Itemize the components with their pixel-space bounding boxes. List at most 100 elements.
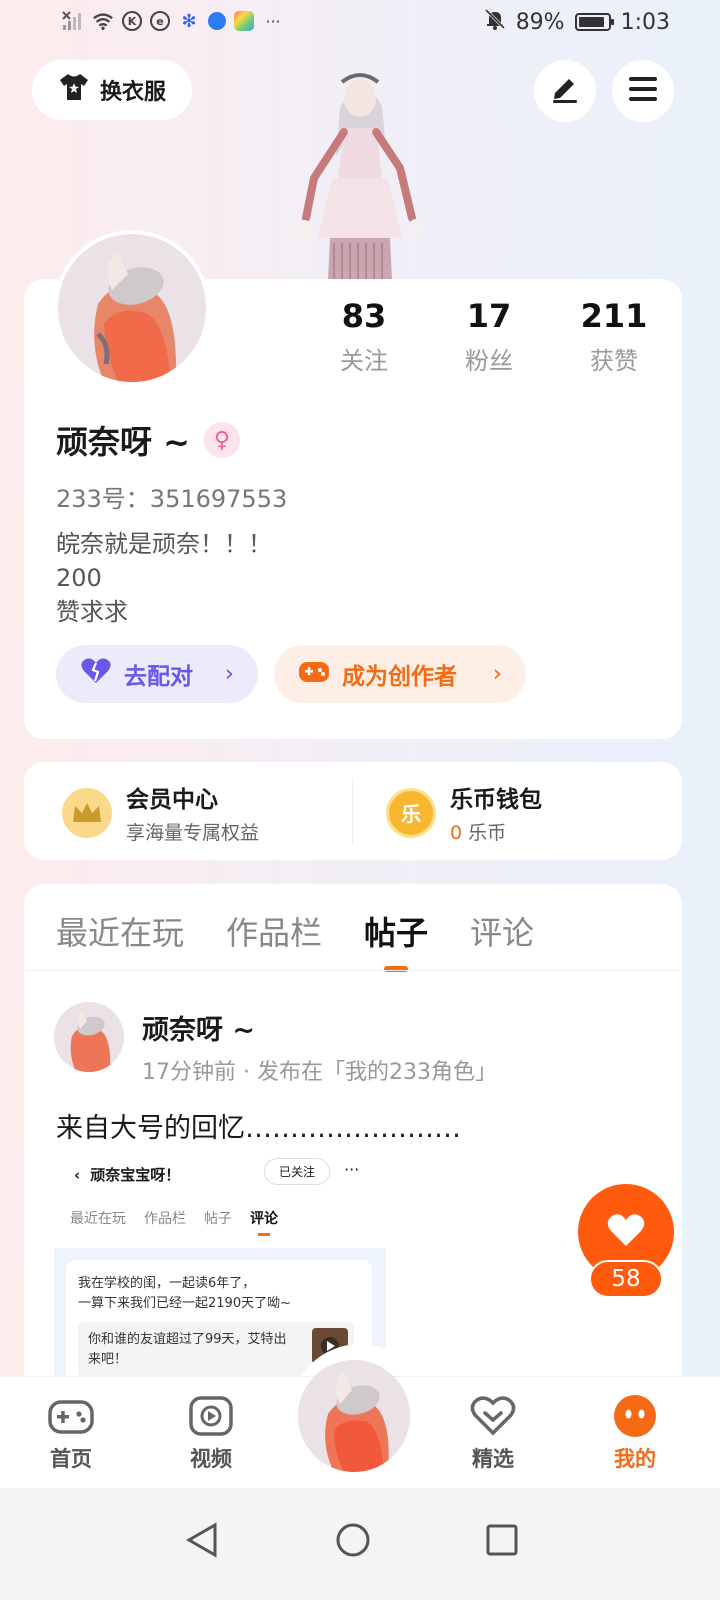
- stat-followers[interactable]: 17 粉丝: [439, 297, 539, 376]
- nav-label: 精选: [472, 1447, 514, 1471]
- member-wallet-card: 会员中心 享海量专属权益 乐 乐币钱包 0 乐币: [24, 762, 682, 860]
- gamepad-icon: [46, 1393, 96, 1439]
- character-figure[interactable]: [290, 68, 430, 280]
- profile-tabs: 最近在玩 作品栏 帖子 评论: [56, 908, 534, 972]
- vip-title: 会员中心: [126, 787, 218, 813]
- stat-value: 211: [580, 297, 648, 335]
- vip-center[interactable]: 会员中心 享海量专属权益: [62, 780, 259, 845]
- coin-icon: 乐: [386, 787, 436, 838]
- female-gender-icon: ♀: [203, 422, 240, 458]
- nav-home[interactable]: 首页: [26, 1393, 116, 1473]
- circle-app-icon: [208, 12, 226, 30]
- browser-app-icon: e: [150, 11, 170, 31]
- user-id[interactable]: 233号：351697553: [56, 479, 287, 514]
- menu-button[interactable]: [612, 60, 674, 122]
- tab-posts[interactable]: 帖子: [364, 908, 428, 972]
- post-author-avatar[interactable]: [54, 1002, 124, 1072]
- back-arrow-icon: ‹: [74, 1165, 81, 1184]
- nav-label: 首页: [50, 1447, 92, 1471]
- battery-level-fill: [578, 17, 604, 27]
- embed-comment-line: 一算下来我们已经一起2190天了呦~: [78, 1296, 291, 1311]
- tab-recently-played[interactable]: 最近在玩: [56, 908, 184, 954]
- battery-icon: [574, 13, 614, 31]
- become-creator-button[interactable]: 成为创作者 ›: [274, 645, 526, 703]
- post-text[interactable]: 来自大号的回忆……………………: [56, 1106, 461, 1145]
- gamepad-plus-icon: [298, 658, 330, 690]
- system-home-button[interactable]: [323, 1512, 383, 1572]
- k-app-icon: K: [122, 11, 142, 31]
- embed-tab: 最近在玩: [70, 1211, 126, 1227]
- embed-title: 顽奈宝宝呀！: [90, 1166, 181, 1184]
- embed-follow-badge: 已关注: [264, 1158, 331, 1185]
- divider: [352, 778, 353, 844]
- divider: [24, 970, 682, 971]
- wallet-title: 乐币钱包: [450, 787, 542, 813]
- edit-profile-button[interactable]: [534, 60, 596, 122]
- bio: 皖奈就是顽奈！！！ 200 赞求求: [56, 527, 272, 629]
- coin-wallet[interactable]: 乐 乐币钱包 0 乐币: [386, 780, 542, 845]
- wardrobe-button[interactable]: 换衣服: [32, 60, 192, 120]
- system-back-button[interactable]: [172, 1512, 232, 1572]
- wifi-icon: [92, 10, 114, 32]
- circle-home-icon: [335, 1522, 371, 1562]
- square-recents-icon: [485, 1523, 519, 1561]
- nav-label: 我的: [614, 1447, 656, 1471]
- embed-quote-text: 你和谁的友谊超过了99天，艾特出来吧！: [88, 1332, 287, 1367]
- multicolor-app-icon: [234, 11, 254, 31]
- more-icon: ···: [344, 1160, 360, 1179]
- embed-comment-line: 我在学校的闺，一起读6年了，: [78, 1276, 256, 1291]
- triangle-back-icon: [185, 1522, 219, 1562]
- chevron-right-icon: ›: [492, 661, 502, 687]
- profile-stats: 83 关注 17 粉丝 211 获赞: [314, 297, 664, 376]
- match-button[interactable]: 去配对 ›: [56, 645, 258, 703]
- stat-label: 获赞: [590, 347, 638, 375]
- battery-percent: 89%: [515, 9, 565, 35]
- profile-avatar[interactable]: [54, 230, 210, 386]
- post-meta: 17分钟前 · 发布在「我的233角色」: [142, 1060, 497, 1085]
- pen-icon: [549, 73, 581, 109]
- wallet-unit: 乐币: [468, 822, 507, 844]
- mute-bell-icon: [484, 8, 506, 36]
- clock: 1:03: [620, 9, 670, 35]
- nickname: 顽奈呀 ~: [56, 423, 190, 461]
- nav-featured[interactable]: 精选: [448, 1393, 538, 1473]
- crown-icon: [62, 787, 112, 838]
- no-signal-icon: [62, 10, 84, 32]
- stat-label: 关注: [340, 347, 388, 375]
- like-count: 58: [589, 1260, 663, 1298]
- embed-header: ‹ 顽奈宝宝呀！: [74, 1164, 180, 1185]
- wardrobe-label: 换衣服: [99, 80, 166, 105]
- wallet-amount: 0: [450, 822, 463, 844]
- embed-tab-active: 评论: [250, 1208, 278, 1236]
- heart-badge-icon: [468, 1393, 518, 1439]
- embed-tab: 帖子: [204, 1211, 232, 1227]
- embed-tabs: 最近在玩 作品栏 帖子 评论: [70, 1208, 278, 1236]
- nav-video[interactable]: 视频: [166, 1393, 256, 1473]
- embed-tab: 作品栏: [144, 1211, 186, 1227]
- split-heart-icon: [80, 657, 112, 691]
- stat-label: 粉丝: [465, 347, 513, 375]
- hamburger-menu-icon: [627, 75, 659, 107]
- creator-label: 成为创作者: [342, 664, 457, 690]
- stat-likes[interactable]: 211 获赞: [564, 297, 664, 376]
- bio-line: 皖奈就是顽奈！！！: [56, 530, 272, 558]
- bio-line: 赞求求: [56, 598, 128, 626]
- match-label: 去配对: [124, 664, 193, 690]
- baidu-icon: ✻: [181, 10, 197, 32]
- tab-comments[interactable]: 评论: [470, 908, 534, 954]
- bio-line: 200: [56, 564, 102, 592]
- vip-subtitle: 享海量专属权益: [126, 822, 260, 844]
- center-avatar-button[interactable]: [298, 1360, 410, 1472]
- stat-following[interactable]: 83 关注: [314, 297, 414, 376]
- status-bar: K e ✻ ··· 89% 1:03: [0, 0, 720, 48]
- nav-label: 视频: [190, 1447, 232, 1471]
- nav-me[interactable]: 我的: [590, 1393, 680, 1473]
- heart-icon: [606, 1212, 646, 1252]
- more-notifications-icon: ···: [265, 11, 281, 31]
- post-author-name[interactable]: 顽奈呀 ~: [142, 1008, 255, 1047]
- tshirt-icon: [58, 72, 90, 108]
- nickname-row: 顽奈呀 ~ ♀: [56, 417, 240, 463]
- tab-works[interactable]: 作品栏: [226, 908, 322, 954]
- system-recents-button[interactable]: [472, 1512, 532, 1572]
- chevron-right-icon: ›: [224, 661, 234, 687]
